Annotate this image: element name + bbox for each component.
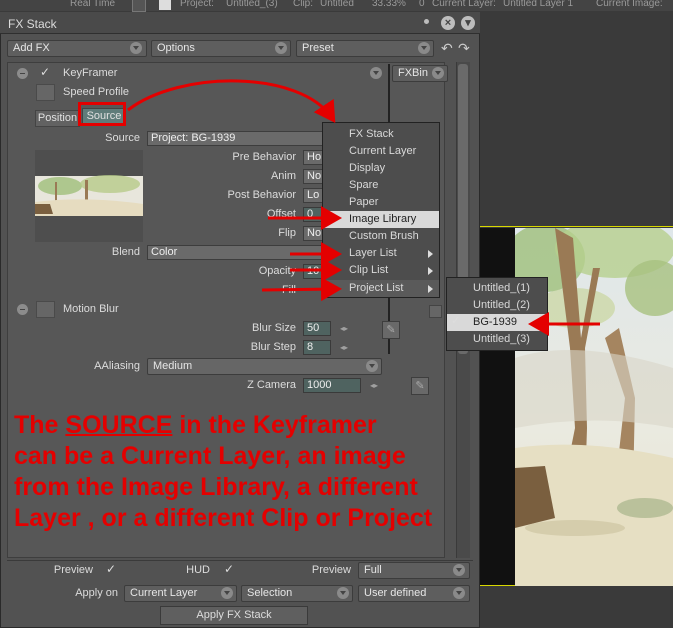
footer-divider [7,560,473,561]
chevron-down-icon [453,564,465,576]
annotation-text: The SOURCE in the Keyframer can be a Cur… [14,410,474,534]
annotation-line-4: Layer , or a different Clip or Project [14,504,433,532]
preview-mode-label: Preview [311,564,351,576]
preview-mode-value: Full [364,564,382,576]
annotation-line-2: can be a Current Layer, an image [14,442,406,470]
apply-on-label: Apply on [75,587,118,599]
chevron-down-icon [453,587,465,599]
hud-label: HUD [186,564,210,576]
selection-value: Selection [247,587,293,599]
preview-label: Preview [53,564,93,576]
preview-check-icon[interactable]: ✓ [106,562,116,576]
annotation-line-1-post: in the Keyframer [172,411,377,439]
annotation-line-1: The SOURCE in the Keyframer [14,410,474,441]
hud-check-icon[interactable]: ✓ [224,562,234,576]
chevron-down-icon [221,587,233,599]
apply-fx-stack-button[interactable]: Apply FX Stack [160,606,308,625]
arrow-group [127,79,600,336]
chevron-down-icon [337,587,349,599]
apply-on-value: Current Layer [130,587,198,599]
annotation-line-3: from the Image Library, a different [14,473,418,501]
user-defined-value: User defined [364,587,427,599]
annotation-source-word: SOURCE [65,411,173,439]
annotation-line-1-pre: The [14,411,66,439]
